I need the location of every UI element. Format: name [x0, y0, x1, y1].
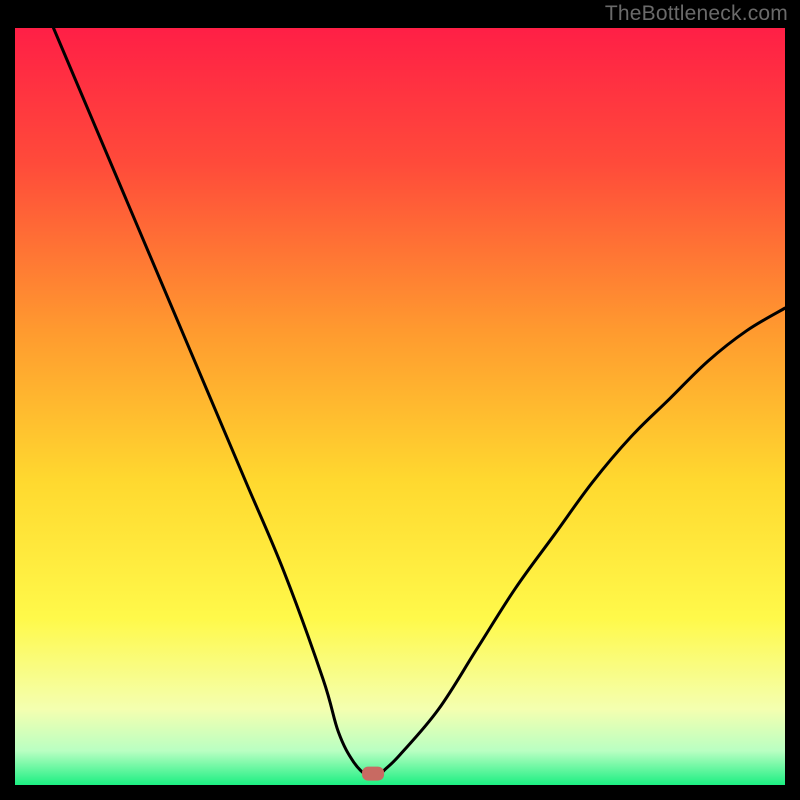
watermark-text: TheBottleneck.com — [605, 2, 788, 26]
current-marker — [362, 767, 384, 781]
chart-frame: TheBottleneck.com — [0, 0, 800, 800]
chart-svg — [15, 28, 785, 785]
plot-area — [15, 28, 785, 785]
gradient-background — [15, 28, 785, 785]
